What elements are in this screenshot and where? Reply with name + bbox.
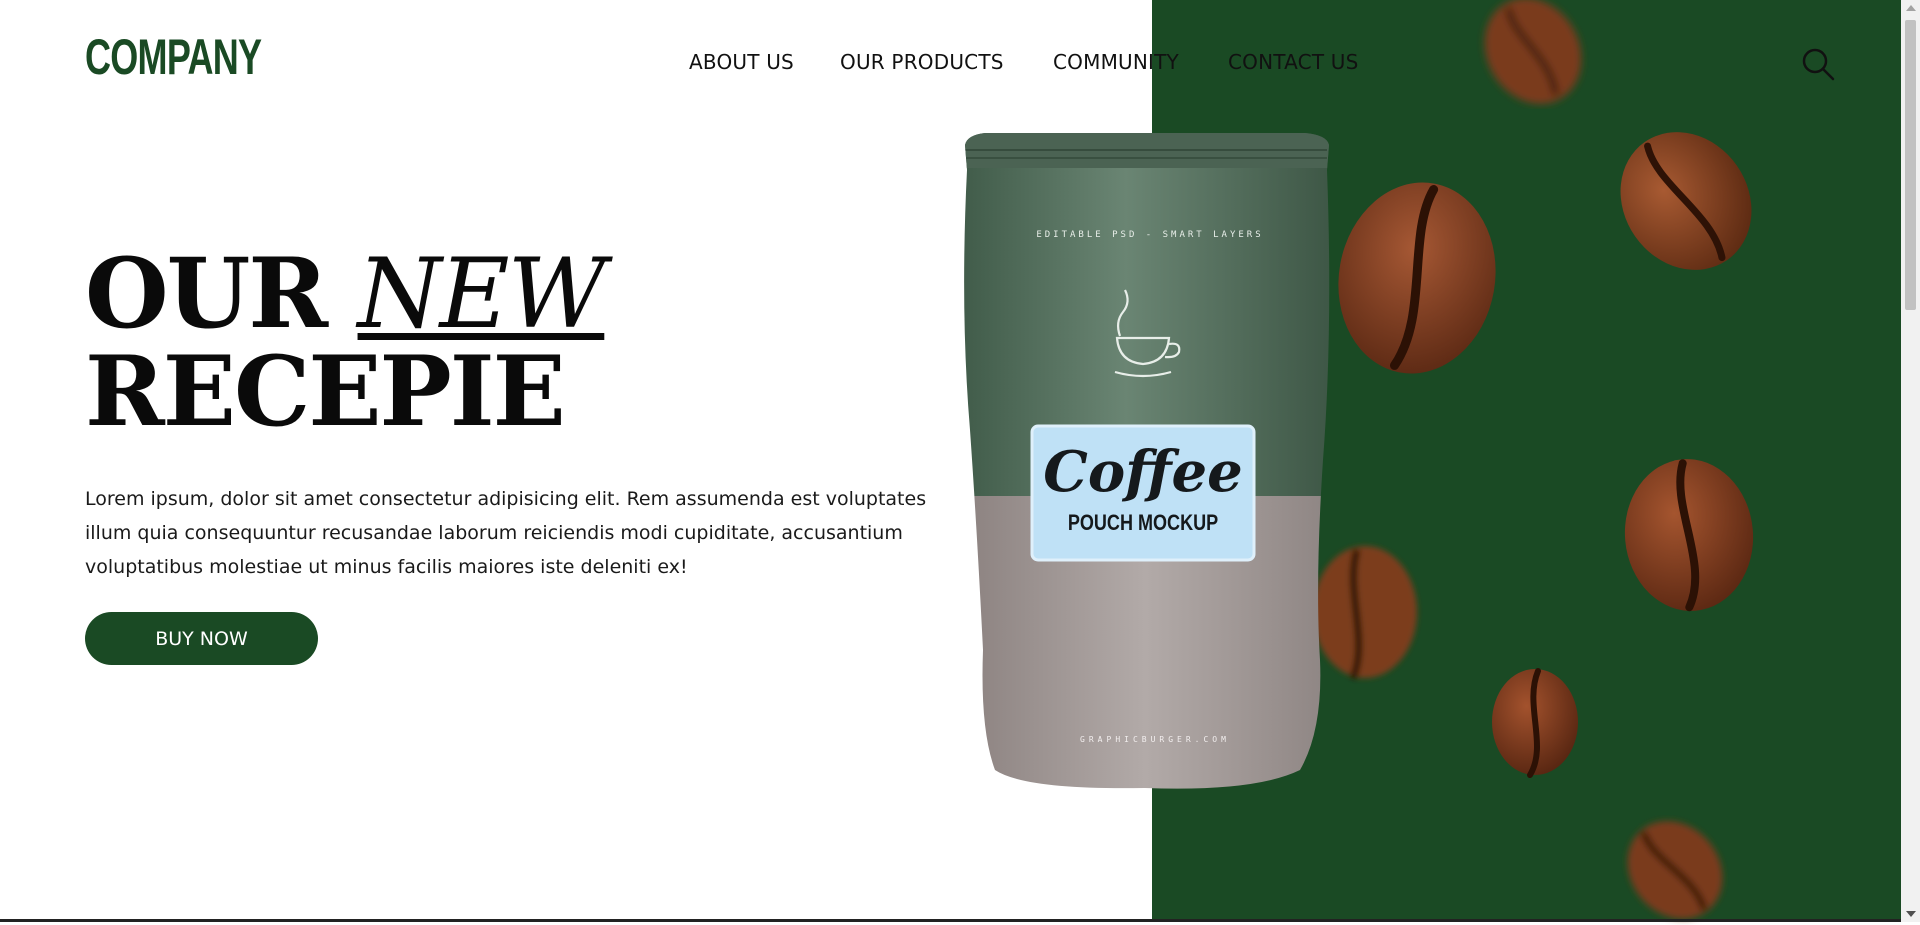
pouch-arc-text: EDITABLE PSD - SMART LAYERS <box>1036 230 1264 240</box>
nav-about-us[interactable]: ABOUT US <box>689 50 794 74</box>
nav-community[interactable]: COMMUNITY <box>1053 50 1179 74</box>
search-icon <box>1802 48 1835 81</box>
hero-title-word-our: OUR <box>85 237 328 350</box>
scrollbar-thumb[interactable] <box>1905 20 1916 310</box>
company-logo[interactable]: COMPANY <box>85 32 262 82</box>
coffee-bean-image <box>1484 0 1582 104</box>
coffee-pouch-image: EDITABLE PSD - SMART LAYERS Coffee POUCH… <box>955 130 1335 795</box>
hero-description: Lorem ipsum, dolor sit amet consectetur … <box>85 488 927 578</box>
scroll-down-arrow-icon[interactable] <box>1906 911 1916 917</box>
vertical-scrollbar[interactable] <box>1901 0 1920 922</box>
search-button[interactable] <box>1800 46 1836 82</box>
scroll-up-arrow-icon[interactable] <box>1906 5 1916 11</box>
coffee-bean-image <box>1627 821 1723 919</box>
pouch-label-subtitle: POUCH MOCKUP <box>1067 510 1219 535</box>
coffee-bean-image <box>1624 459 1754 612</box>
hero-title-word-new: NEW <box>357 238 607 350</box>
nav-our-products[interactable]: OUR PRODUCTS <box>840 50 1004 74</box>
coffee-bean-image <box>1492 668 1578 778</box>
buy-now-button[interactable]: BUY NOW <box>85 612 318 665</box>
pouch-label-title: Coffee <box>1043 439 1243 505</box>
coffee-bean-image <box>1338 182 1496 374</box>
hero-title: OUR NEW RECEPIE <box>85 245 606 441</box>
coffee-bean-image <box>1620 132 1752 270</box>
hero-title-line-2: RECEPIE <box>85 335 566 448</box>
pouch-bottom-text: GRAPHICBURGER.COM <box>1080 735 1230 744</box>
nav-contact-us[interactable]: CONTACT US <box>1228 50 1359 74</box>
